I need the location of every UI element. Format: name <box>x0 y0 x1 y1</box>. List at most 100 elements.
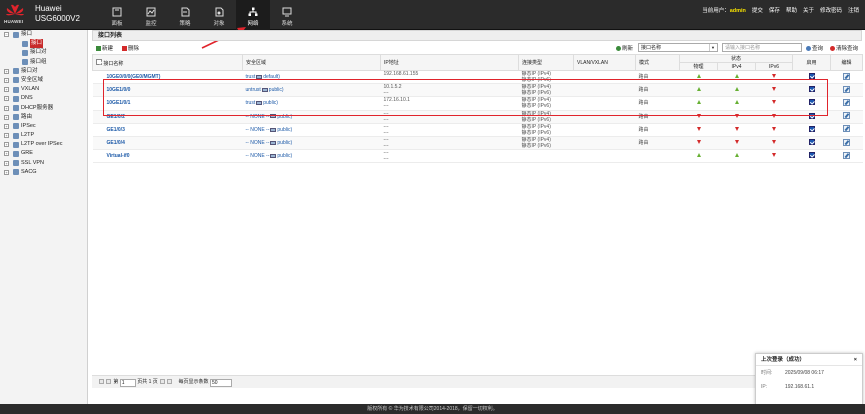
expand-icon[interactable]: + <box>4 169 9 175</box>
menu-node-icon <box>13 141 19 148</box>
table-row[interactable]: GE1/0/2 -- NONE -- public) --- --- 静态IP (IPv4… <box>92 110 863 124</box>
enable-checkbox[interactable] <box>808 73 815 80</box>
footer: 版权所有 © 华为技术有限公司2014-2018，保留一切权利。 <box>0 404 865 414</box>
zone-link[interactable]: -- NONE -- <box>246 140 270 146</box>
zone-link[interactable]: -- NONE -- <box>246 153 270 159</box>
col-conn[interactable]: 连接类型 <box>518 54 574 71</box>
nav-item-0[interactable]: 面板 <box>100 0 134 30</box>
clear-query-button[interactable]: 清除查询 <box>830 44 858 52</box>
last-page-button[interactable] <box>167 379 173 384</box>
nav-item-4[interactable]: 网络 <box>236 0 270 30</box>
page-input[interactable]: 1 <box>119 379 136 387</box>
enable-checkbox[interactable] <box>808 112 815 119</box>
sidebar-item-5[interactable]: + 安全区域 <box>0 76 87 85</box>
interface-name-link[interactable]: 10GE1/0/1 <box>92 96 243 111</box>
prev-page-button[interactable] <box>106 379 111 384</box>
table-row[interactable]: 10GE1/0/1 trust public) 172.16.10.1 --- 静态IP … <box>92 96 863 111</box>
col-name[interactable]: 接口名称 <box>92 54 243 71</box>
query-button[interactable]: 查询 <box>806 44 823 52</box>
interface-name-link[interactable]: Virtual-if0 <box>92 149 243 164</box>
interface-name-link[interactable]: 10GE1/0/0 <box>92 83 243 98</box>
table-row[interactable]: 10GE1/0/0 untrust public) 10.1.5.2 --- 静态IP (… <box>92 83 863 98</box>
help-link[interactable]: 帮助 <box>786 6 797 14</box>
interface-name-link[interactable]: GE1/0/4 <box>92 136 243 151</box>
edit-icon[interactable] <box>843 98 850 106</box>
change-password-link[interactable]: 修改密码 <box>820 6 842 14</box>
edit-icon[interactable] <box>843 85 850 93</box>
table-row[interactable]: GE1/0/4 -- NONE -- public) --- --- 静态IP (IPv4… <box>92 136 863 151</box>
expand-icon[interactable]: + <box>4 77 9 83</box>
close-icon[interactable]: × <box>854 354 857 366</box>
enable-checkbox[interactable] <box>808 125 815 132</box>
sidebar-item-3[interactable]: 接口组 <box>0 58 87 67</box>
logout-link[interactable]: 注销 <box>848 6 859 14</box>
col-ip[interactable]: IP地址 <box>380 54 519 71</box>
enable-checkbox[interactable] <box>808 139 815 146</box>
table-row[interactable]: 10GE0/0/0(GE0/MGMT) trust default) 192.168.… <box>92 70 863 85</box>
table-row[interactable]: GE1/0/3 -- NONE -- public) --- --- 静态IP (IPv4… <box>92 123 863 137</box>
physical-status <box>679 123 718 137</box>
first-page-button[interactable] <box>99 379 104 384</box>
refresh-button[interactable]: 刷新 <box>616 44 633 52</box>
sidebar-item-15[interactable]: + SACG <box>0 168 87 177</box>
delete-button[interactable]: 删除 <box>122 44 139 52</box>
zone-link[interactable]: trust <box>246 100 256 106</box>
zone-link[interactable]: -- NONE -- <box>246 127 270 133</box>
expand-icon[interactable]: + <box>4 68 9 74</box>
next-page-button[interactable] <box>160 379 166 384</box>
nav-item-1[interactable]: 监控 <box>134 0 168 30</box>
enable-checkbox[interactable] <box>808 86 815 93</box>
sidebar-item-13[interactable]: + GRE <box>0 149 87 158</box>
col-vlan[interactable]: VLAN/VXLAN <box>573 54 636 71</box>
edit-icon[interactable] <box>843 72 850 80</box>
about-link[interactable]: 关于 <box>803 6 814 14</box>
sidebar-item-11[interactable]: + L2TP <box>0 131 87 140</box>
add-button[interactable]: 新建 <box>96 44 113 52</box>
sidebar-item-8[interactable]: + DHCP服务器 <box>0 104 87 113</box>
expand-icon[interactable]: + <box>4 105 9 111</box>
interface-name-link[interactable]: 10GE0/0/0(GE0/MGMT) <box>92 70 243 85</box>
expand-icon[interactable]: + <box>4 151 9 157</box>
sidebar-item-10[interactable]: + IPSec <box>0 122 87 131</box>
collapse-icon[interactable]: − <box>4 32 9 37</box>
edit-icon[interactable] <box>843 151 850 159</box>
table-row[interactable]: Virtual-if0 -- NONE -- public) --- --- <box>92 149 863 164</box>
save-link[interactable]: 保存 <box>769 6 780 14</box>
sidebar-item-7[interactable]: + DNS <box>0 94 87 103</box>
nav-item-3[interactable]: 对象 <box>202 0 236 30</box>
edit-icon[interactable] <box>843 112 850 120</box>
sidebar-item-4[interactable]: + 接口对 <box>0 67 87 76</box>
expand-icon[interactable]: + <box>4 142 9 148</box>
search-field-select[interactable]: 接口名称 ▼ <box>638 42 718 52</box>
edit-icon[interactable] <box>843 138 850 146</box>
col-zone[interactable]: 安全区域 <box>242 54 381 71</box>
select-all-checkbox[interactable] <box>96 58 102 65</box>
sidebar-item-12[interactable]: + L2TP over IPSec <box>0 140 87 149</box>
enable-checkbox[interactable] <box>808 152 815 159</box>
per-page-select[interactable]: 50 <box>209 379 232 387</box>
interface-name-link[interactable]: GE1/0/2 <box>92 110 243 124</box>
interface-name-link[interactable]: GE1/0/3 <box>92 123 243 137</box>
sidebar-item-1[interactable]: 接口 <box>0 39 87 49</box>
edit-icon[interactable] <box>843 125 850 133</box>
sidebar-item-6[interactable]: + VXLAN <box>0 85 87 94</box>
submit-link[interactable]: 提交 <box>752 6 763 14</box>
expand-icon[interactable]: + <box>4 96 9 102</box>
sidebar-item-9[interactable]: + 路由 <box>0 113 87 122</box>
nav-item-5[interactable]: 系统 <box>270 0 304 30</box>
expand-icon[interactable]: + <box>4 160 9 166</box>
enable-checkbox[interactable] <box>808 99 815 106</box>
nav-item-2[interactable]: 策略 <box>168 0 202 30</box>
zone-link[interactable]: untrust <box>246 87 261 93</box>
expand-icon[interactable]: + <box>4 114 9 120</box>
zone-link[interactable]: trust <box>246 74 256 80</box>
expand-icon[interactable]: + <box>4 87 9 93</box>
expand-icon[interactable]: + <box>4 123 9 129</box>
sidebar-item-0[interactable]: − 接口 <box>0 30 87 39</box>
search-input[interactable]: 请输入接口名称 <box>722 42 802 52</box>
col-mode[interactable]: 模式 <box>635 54 680 71</box>
sidebar-item-14[interactable]: + SSL VPN <box>0 159 87 168</box>
zone-link[interactable]: -- NONE -- <box>246 114 270 120</box>
sidebar-item-2[interactable]: 接口对 <box>0 48 87 57</box>
expand-icon[interactable]: + <box>4 133 9 139</box>
